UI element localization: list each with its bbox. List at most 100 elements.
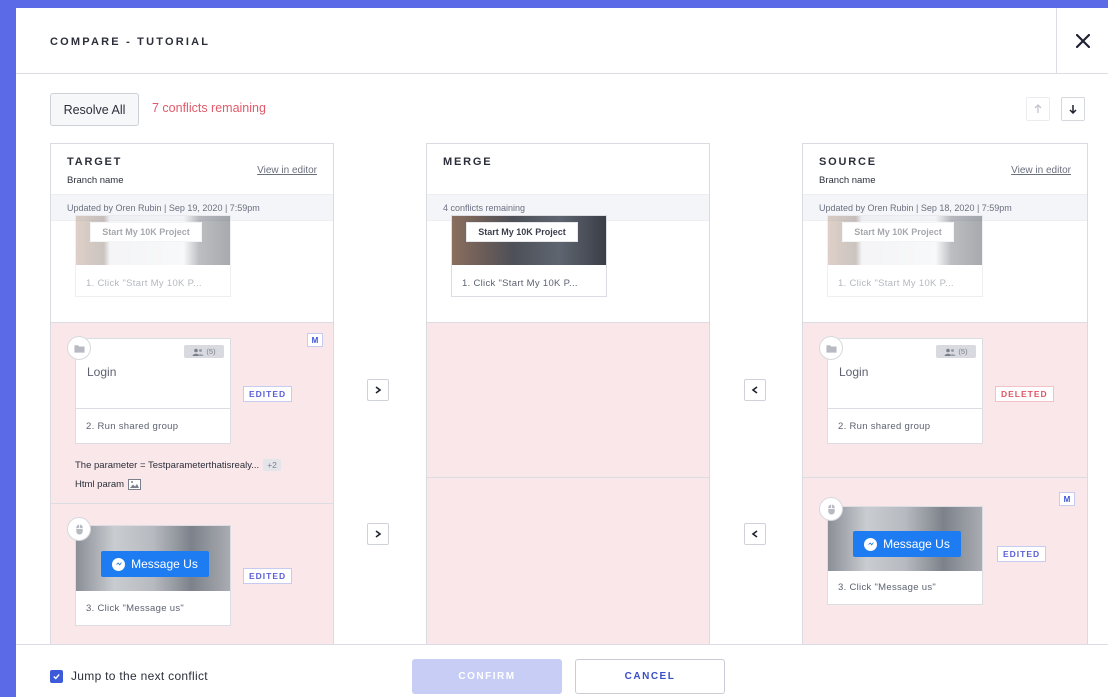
folder-icon	[73, 344, 85, 353]
step-thumbnail: Start My 10K Project	[828, 216, 982, 265]
target-view-in-editor-link[interactable]: View in editor	[257, 165, 317, 176]
merge-conflict-slot	[427, 322, 709, 477]
merge-step-1: Start My 10K Project 1. Click "Start My …	[427, 215, 709, 322]
step-type-badge	[819, 497, 843, 521]
next-conflict-button[interactable]	[1061, 97, 1085, 121]
jump-to-next-conflict-checkbox[interactable]	[50, 670, 63, 683]
dialog-title: COMPARE - TUTORIAL	[50, 36, 211, 48]
users-icon	[192, 348, 204, 356]
thumbnail-button-text: Start My 10K Project	[466, 222, 578, 242]
thumbnail-button-text: Start My 10K Project	[842, 222, 954, 242]
target-title: TARGET	[67, 156, 123, 168]
step-thumbnail: (5) Login	[76, 339, 230, 409]
arrow-down-icon	[1069, 105, 1077, 114]
step-type-badge	[67, 336, 91, 360]
thumbnail-button-text: Message Us	[883, 537, 950, 551]
step-caption: 2. Run shared group	[86, 421, 179, 432]
thumbnail-messenger-button: Message Us	[101, 551, 209, 577]
step-thumbnail: Message Us	[828, 507, 982, 571]
group-users-chip: (5)	[184, 345, 224, 358]
step-caption: 3. Click "Message us"	[838, 582, 937, 593]
jump-to-next-conflict-label[interactable]: Jump to the next conflict	[71, 669, 208, 683]
source-step-2: (5) Login 2. Run shared group DELETED	[803, 322, 1087, 477]
target-step-2: M (5) Login 2. Run shared group EDITED T…	[51, 322, 333, 503]
more-params-chip[interactable]: +2	[263, 459, 281, 471]
step-card[interactable]: Start My 10K Project 1. Click "Start My …	[451, 215, 607, 297]
step-caption: 1. Click "Start My 10K P...	[86, 278, 202, 289]
status-badge: EDITED	[243, 568, 293, 584]
html-param-line: Html param	[75, 479, 142, 490]
source-step-1: Start My 10K Project 1. Click "Start My …	[803, 215, 1087, 322]
step-caption: 1. Click "Start My 10K P...	[462, 278, 578, 289]
step-card[interactable]: (5) Login 2. Run shared group	[75, 338, 231, 444]
step-thumbnail: (5) Login	[828, 339, 982, 409]
step-caption: 2. Run shared group	[838, 421, 931, 432]
merge-header: MERGE	[427, 144, 709, 194]
html-param-text: Html param	[75, 479, 125, 490]
source-branch-name: Branch name	[819, 175, 876, 186]
step-type-badge	[819, 336, 843, 360]
step-thumbnail: Start My 10K Project	[76, 216, 230, 265]
source-view-in-editor-link[interactable]: View in editor	[1011, 165, 1071, 176]
step-card[interactable]: Message Us 3. Click "Message us"	[75, 525, 231, 626]
source-column: SOURCE Branch name View in editor Update…	[802, 143, 1088, 697]
previous-conflict-button[interactable]	[1026, 97, 1050, 121]
compare-dialog: COMPARE - TUTORIAL Resolve All 7 conflic…	[16, 8, 1108, 697]
dialog-footer: Jump to the next conflict CONFIRM CANCEL	[16, 644, 1108, 697]
step-caption: 3. Click "Message us"	[86, 603, 185, 614]
step-card[interactable]: (5) Login 2. Run shared group	[827, 338, 983, 444]
group-count: (5)	[958, 347, 968, 356]
source-title: SOURCE	[819, 156, 877, 168]
step-thumbnail: Start My 10K Project	[452, 216, 606, 265]
group-users-chip: (5)	[936, 345, 976, 358]
thumbnail-messenger-button: Message Us	[853, 531, 961, 557]
parameter-text: The parameter = Testparameterthatisrealy…	[75, 459, 260, 471]
apply-source-button[interactable]	[744, 379, 766, 401]
target-branch-name: Branch name	[67, 175, 124, 186]
resolve-all-button[interactable]: Resolve All	[50, 93, 139, 126]
group-count: (5)	[206, 347, 216, 356]
apply-source-button[interactable]	[744, 523, 766, 545]
step-card[interactable]: Start My 10K Project 1. Click "Start My …	[827, 215, 983, 297]
merge-title: MERGE	[443, 156, 493, 168]
messenger-icon	[112, 557, 126, 571]
source-header: SOURCE Branch name View in editor	[803, 144, 1087, 194]
chevron-right-icon	[375, 386, 382, 394]
step-card[interactable]: Start My 10K Project 1. Click "Start My …	[75, 215, 231, 297]
close-icon	[1075, 34, 1090, 48]
target-column: TARGET Branch name View in editor Update…	[50, 143, 334, 697]
step-caption: 1. Click "Start My 10K P...	[838, 278, 954, 289]
messenger-icon	[864, 537, 878, 551]
users-icon	[944, 348, 956, 356]
apply-target-button[interactable]	[367, 523, 389, 545]
status-badge: EDITED	[997, 546, 1047, 562]
merge-column: MERGE 4 conflicts remaining Start My 10K…	[426, 143, 710, 697]
checkmark-icon	[53, 674, 60, 680]
chevron-right-icon	[375, 530, 382, 538]
folder-icon	[825, 344, 837, 353]
modified-marker: M	[307, 333, 323, 347]
chevron-left-icon	[751, 386, 758, 394]
step-type-badge	[67, 517, 91, 541]
card-login-label: Login	[839, 365, 869, 379]
mouse-icon	[75, 523, 83, 535]
target-header: TARGET Branch name View in editor	[51, 144, 333, 194]
close-button[interactable]	[1056, 8, 1108, 74]
dialog-header: COMPARE - TUTORIAL	[16, 8, 1108, 74]
mouse-icon	[827, 503, 835, 515]
modified-marker: M	[1059, 492, 1075, 506]
card-login-label: Login	[87, 365, 117, 379]
step-thumbnail: Message Us	[76, 526, 230, 591]
image-icon[interactable]	[128, 479, 142, 490]
status-badge: EDITED	[243, 386, 293, 402]
arrow-up-icon	[1034, 104, 1042, 113]
chevron-left-icon	[751, 530, 758, 538]
target-step-1: Start My 10K Project 1. Click "Start My …	[51, 215, 333, 322]
thumbnail-button-text: Start My 10K Project	[90, 222, 202, 242]
step-card[interactable]: Message Us 3. Click "Message us"	[827, 506, 983, 605]
apply-target-button[interactable]	[367, 379, 389, 401]
conflicts-remaining-text: 7 conflicts remaining	[152, 101, 266, 115]
thumbnail-button-text: Message Us	[131, 557, 198, 571]
confirm-button[interactable]: CONFIRM	[412, 659, 562, 694]
cancel-button[interactable]: CANCEL	[575, 659, 725, 694]
